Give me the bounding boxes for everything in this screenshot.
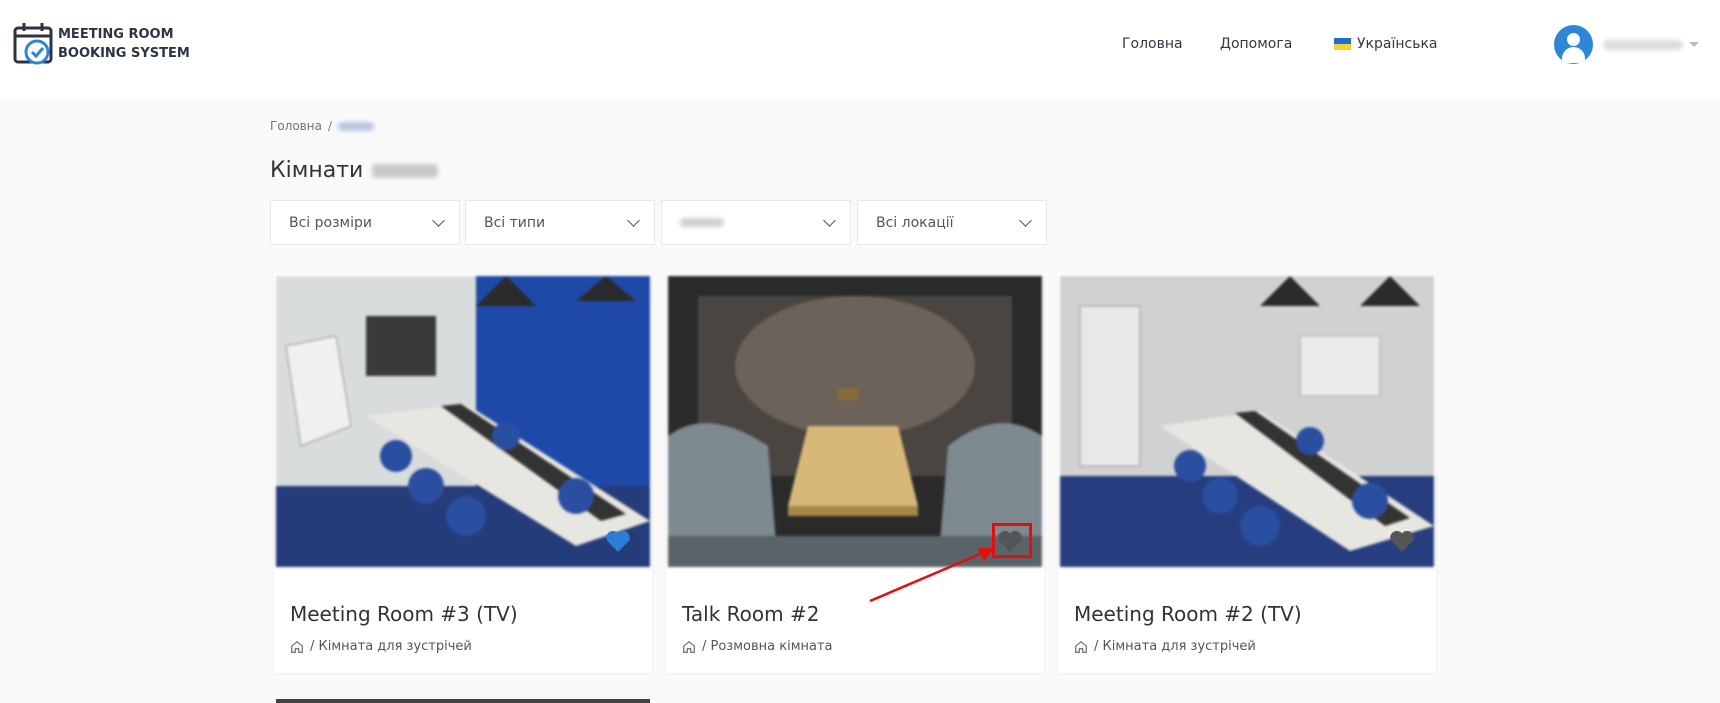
logo-line-2: BOOKING SYSTEM (58, 46, 190, 61)
room-type-label: / Кімната для зустрічей (1094, 639, 1256, 654)
breadcrumb-separator: / (327, 119, 332, 133)
logo-line-1: MEETING ROOM (58, 27, 174, 42)
annotation-arrow-icon (869, 548, 994, 603)
logo[interactable]: MEETING ROOM BOOKING SYSTEM (12, 20, 190, 68)
nav-home-link[interactable]: Головна (1122, 36, 1183, 52)
room-subtitle: / Кімната для зустрічей (1074, 639, 1256, 654)
city-filter-value-redacted (680, 218, 724, 227)
chevron-down-icon (432, 214, 445, 227)
room-type-label: / Кімната для зустрічей (310, 639, 472, 654)
room-subtitle: / Кімната для зустрічей (290, 639, 472, 654)
user-menu[interactable] (1554, 25, 1699, 64)
language-selector[interactable]: Українська (1334, 36, 1437, 52)
room-title[interactable]: Talk Room #2 (682, 602, 819, 626)
room-card[interactable]: Talk Room #2 / Розмовна кімната (666, 274, 1044, 673)
room-photo (276, 276, 650, 567)
page-title-text: Кімнати (270, 158, 364, 183)
city-filter-select[interactable] (661, 200, 851, 245)
room-subtitle: / Розмовна кімната (682, 639, 833, 654)
calendar-check-icon (13, 23, 53, 65)
user-avatar-icon (1554, 25, 1593, 64)
type-filter-select[interactable]: Всі типи (465, 200, 655, 245)
room-photo (1060, 276, 1434, 567)
chevron-down-icon (627, 214, 640, 227)
size-filter-value: Всі розміри (289, 214, 372, 231)
caret-down-icon (1689, 42, 1699, 47)
language-label: Українська (1357, 36, 1438, 52)
home-icon (683, 640, 695, 653)
breadcrumb: Головна / (270, 119, 374, 133)
breadcrumb-current-redacted (338, 121, 374, 131)
home-icon (1075, 640, 1087, 653)
favorite-heart-icon[interactable] (1389, 529, 1415, 553)
room-type-label: / Розмовна кімната (702, 639, 833, 654)
nav-help-link[interactable]: Допомога (1220, 36, 1292, 52)
location-filter-value: Всі локації (876, 214, 954, 231)
room-title[interactable]: Meeting Room #2 (TV) (1074, 602, 1302, 626)
chevron-down-icon (823, 214, 836, 227)
home-icon (291, 640, 303, 653)
favorite-heart-icon[interactable] (605, 529, 631, 553)
ukraine-flag-icon (1334, 38, 1351, 50)
next-room-card-edge (276, 699, 650, 703)
type-filter-value: Всі типи (484, 214, 546, 231)
room-card[interactable]: Meeting Room #3 (TV) / Кімната для зустр… (274, 274, 652, 673)
logo-text: MEETING ROOM BOOKING SYSTEM (58, 25, 190, 63)
location-filter-select[interactable]: Всі локації (857, 200, 1047, 245)
page-title: Кімнати (270, 158, 439, 183)
breadcrumb-home-link[interactable]: Головна (270, 119, 322, 133)
top-header: MEETING ROOM BOOKING SYSTEM Головна Допо… (0, 0, 1720, 99)
page-title-redacted (372, 163, 439, 178)
size-filter-select[interactable]: Всі розміри (270, 200, 460, 245)
room-card[interactable]: Meeting Room #2 (TV) / Кімната для зустр… (1058, 274, 1436, 673)
room-photo (668, 276, 1042, 567)
chevron-down-icon (1019, 214, 1032, 227)
room-title[interactable]: Meeting Room #3 (TV) (290, 602, 518, 626)
username-redacted (1603, 39, 1683, 50)
